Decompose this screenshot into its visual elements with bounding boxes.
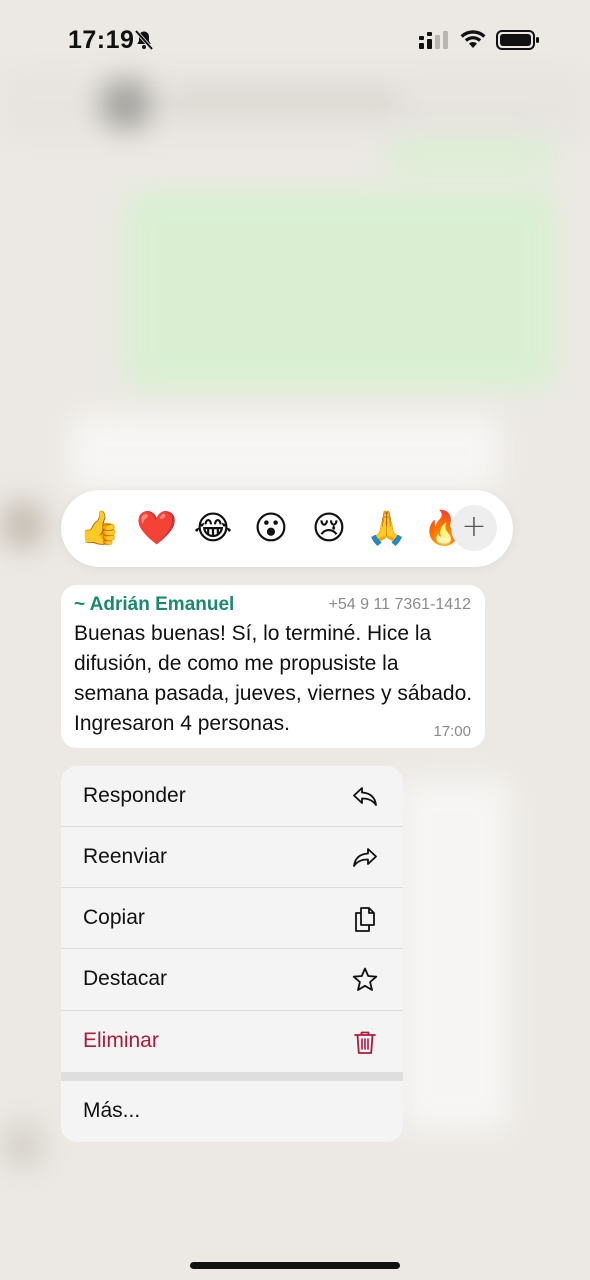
menu-item-label: Más... [83,1099,141,1122]
message-context-menu: Responder Reenviar Copiar Destacar Elimi… [61,766,403,1142]
more-reactions-button[interactable]: + [451,505,497,551]
selected-message-bubble: ~ Adrián Emanuel +54 9 11 7361-1412 Buen… [61,585,485,748]
reaction-bar: 👍 ❤️ 😂 😮 😢 🙏 🔥 [61,490,513,567]
wifi-icon [460,30,486,48]
star-icon [352,967,378,991]
menu-item-forward[interactable]: Reenviar [61,827,403,888]
surprised-reaction[interactable]: 😮 [251,508,291,548]
heart-reaction[interactable]: ❤️ [136,508,177,548]
crying-reaction[interactable]: 😢 [309,508,349,548]
pray-reaction[interactable]: 🙏 [366,508,407,548]
message-timestamp: 17:00 [433,723,471,740]
blurred-bubble [400,780,510,1130]
blurred-avatar [0,1120,46,1170]
home-indicator[interactable] [190,1262,400,1269]
silent-bell-icon [134,29,154,51]
thumbs-up-reaction[interactable]: 👍 [79,508,120,548]
menu-item-label: Copiar [83,906,145,929]
menu-item-copy[interactable]: Copiar [61,888,403,949]
menu-group-separator [61,1072,403,1081]
menu-item-more[interactable]: Más... [61,1081,403,1142]
reply-icon [353,787,377,806]
blurred-bubble [385,140,555,170]
menu-item-label: Reenviar [83,845,168,868]
copy-icon [355,907,375,932]
menu-item-label: Eliminar [83,1029,159,1052]
laugh-reaction[interactable]: 😂 [193,508,233,548]
message-text: Buenas buenas! Sí, lo terminé. Hice la d… [74,622,473,735]
menu-item-delete[interactable]: Eliminar [61,1011,403,1072]
menu-item-label: Destacar [83,967,168,990]
message-sender: ~ Adrián Emanuel [74,594,235,615]
menu-item-reply[interactable]: Responder [61,766,403,827]
status-time: 17:19 [68,26,135,54]
blurred-avatar [0,500,46,550]
blurred-bubble [70,415,500,490]
battery-icon [496,30,539,50]
forward-icon [353,848,377,867]
blurred-bubble [125,190,555,390]
cellular-signal-icon [419,31,448,49]
trash-icon [354,1031,376,1054]
menu-item-star[interactable]: Destacar [61,949,403,1010]
blurred-avatar [100,78,152,130]
sender-phone-number: +54 9 11 7361-1412 [328,596,472,613]
blurred-contact-name [170,92,400,110]
menu-item-label: Responder [83,784,186,807]
status-bar: 17:19 [0,0,590,80]
